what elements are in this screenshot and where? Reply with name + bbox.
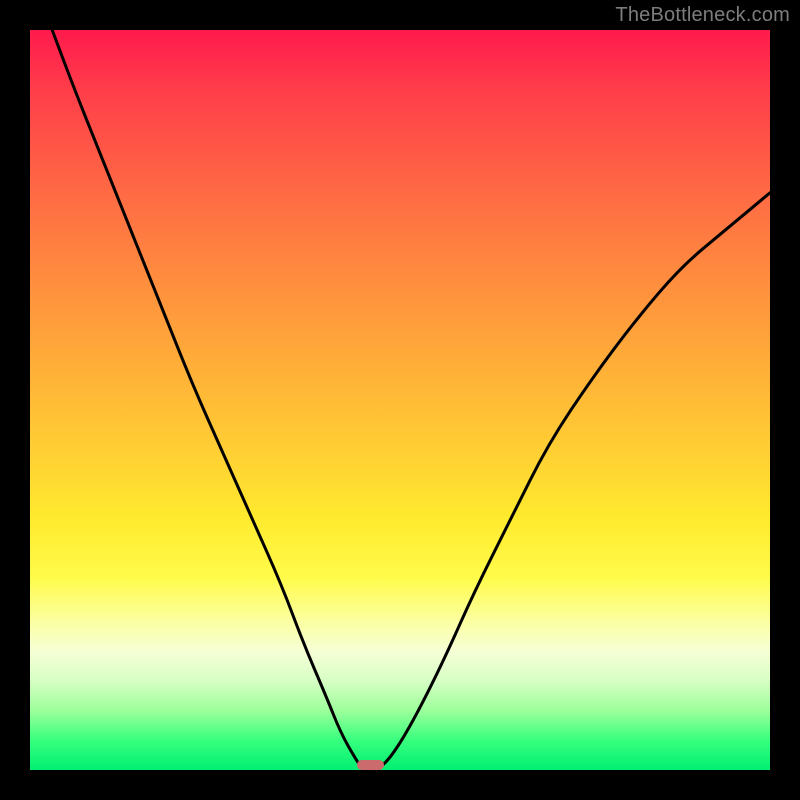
chart-frame: TheBottleneck.com	[0, 0, 800, 800]
curve-right-branch	[378, 193, 770, 770]
bottleneck-marker	[357, 760, 384, 770]
curve-layer	[30, 30, 770, 770]
curve-left-branch	[52, 30, 363, 770]
watermark-text: TheBottleneck.com	[615, 4, 790, 27]
plot-area	[30, 30, 770, 770]
